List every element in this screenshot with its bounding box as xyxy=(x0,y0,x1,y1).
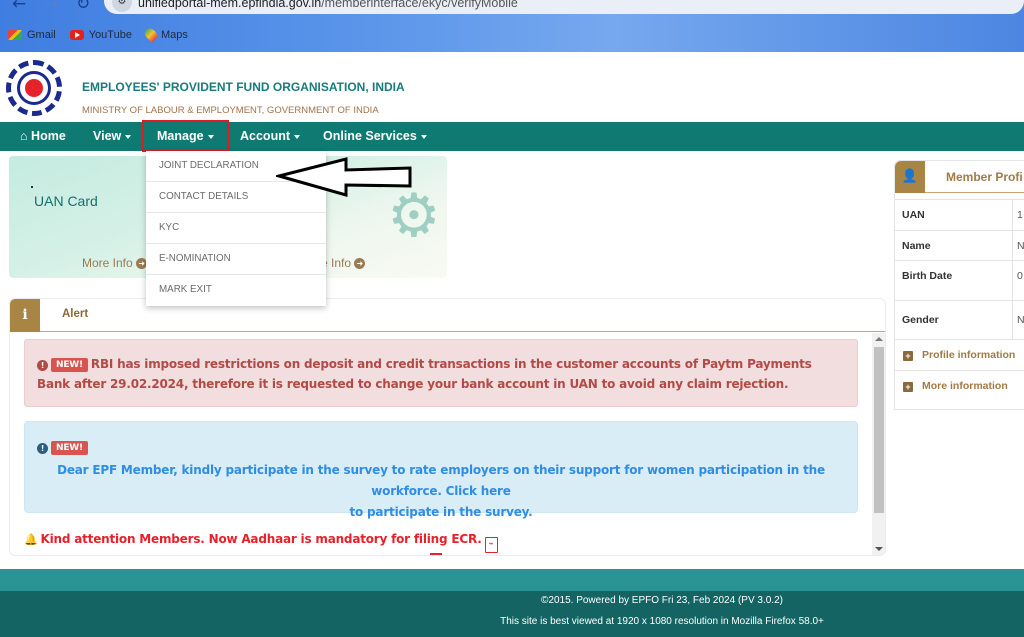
site-settings-icon[interactable]: ⚙ xyxy=(112,0,132,12)
profile-key: Name xyxy=(895,231,1013,260)
nav-label: Online Services xyxy=(323,129,417,143)
forward-icon[interactable]: → xyxy=(44,0,58,14)
pdf-icon[interactable] xyxy=(430,553,442,555)
ministry-name: MINISTRY OF LABOUR & EMPLOYMENT, GOVERNM… xyxy=(82,105,379,116)
alert-panel: i Alert ! NEW! RBI has imposed restriction… xyxy=(9,298,886,556)
survey-link[interactable]: Dear EPF Member, kindly participate in t… xyxy=(37,460,845,523)
alert-scrollbar[interactable] xyxy=(872,333,885,555)
survey-text-line1: Dear EPF Member, kindly participate in t… xyxy=(57,463,825,498)
bookmark-gmail[interactable]: Gmail xyxy=(8,28,56,41)
org-name: EMPLOYEES' PROVIDENT FUND ORGANISATION, … xyxy=(82,80,405,94)
site-header: EMPLOYEES' PROVIDENT FUND ORGANISATION, … xyxy=(0,52,1024,122)
alert-red-text: RBI has imposed restrictions on deposit … xyxy=(37,357,812,391)
profile-value: N xyxy=(1017,240,1024,252)
alert-title: Alert xyxy=(62,308,89,320)
accordion-label: More information xyxy=(922,380,1008,392)
nav-manage[interactable]: Manage xyxy=(142,120,229,152)
uan-card-title: UAN Card xyxy=(34,193,98,209)
nav-label: Manage xyxy=(157,129,204,143)
notice-text: Kind attention Members. Now Aadhaar is m… xyxy=(40,532,482,546)
menu-item-e-nomination[interactable]: E-NOMINATION xyxy=(146,244,326,275)
url-text: unifiedportal-mem.epfindia.gov.in/member… xyxy=(138,0,518,10)
footer-browser-note: This site is best viewed at 1920 x 1080 … xyxy=(500,616,824,627)
site-footer: ©2015. Powered by EPFO Fri 23, Feb 2024 … xyxy=(0,591,1024,637)
back-icon[interactable]: ← xyxy=(12,0,26,14)
caret-down-icon xyxy=(420,134,427,139)
menu-item-mark-exit[interactable]: MARK EXIT xyxy=(146,275,326,306)
profile-key: Gender xyxy=(895,301,1013,339)
footer-band xyxy=(0,569,1024,591)
scroll-up-arrow-icon[interactable] xyxy=(875,337,883,341)
nav-label: Account xyxy=(240,129,290,143)
profile-row-name: Name N xyxy=(895,230,1024,260)
member-profile-title: Member Profi xyxy=(946,170,1023,184)
nav-label: View xyxy=(93,129,122,143)
info-icon: i xyxy=(10,299,40,332)
profile-value: 0 xyxy=(1017,270,1023,282)
nav-online-services[interactable]: Online Services xyxy=(323,122,427,151)
home-icon: ⌂ xyxy=(20,129,28,143)
alert-survey-notice: ! NEW! Dear EPF Member, kindly participat… xyxy=(24,421,858,519)
epfo-logo[interactable] xyxy=(6,60,62,116)
profile-row-uan: UAN 1 xyxy=(895,199,1024,230)
main-navbar: ⌂ Home View Manage Account Online Servic… xyxy=(0,120,1024,152)
accordion-profile-information[interactable]: + Profile information xyxy=(895,339,1024,370)
bookmark-maps[interactable]: Maps xyxy=(142,26,188,43)
plus-square-icon: + xyxy=(903,382,913,392)
maps-icon xyxy=(142,26,160,43)
bookmark-label: YouTube xyxy=(88,28,132,41)
gmail-icon xyxy=(8,29,22,40)
footer-copyright: ©2015. Powered by EPFO Fri 23, Feb 2024 … xyxy=(541,595,783,606)
logo-emblem xyxy=(17,71,51,105)
profile-value: N xyxy=(1017,314,1024,326)
caret-down-icon xyxy=(125,134,132,139)
bell-icon: 🔔 xyxy=(24,533,38,546)
profile-row-gender: Gender N xyxy=(895,300,1024,339)
decor-dot xyxy=(31,186,33,188)
profile-value: 1 xyxy=(1017,209,1023,221)
profile-key: Birth Date xyxy=(895,261,1013,300)
nav-home[interactable]: ⌂ Home xyxy=(20,122,66,151)
pdf-icon[interactable]: ⌁ xyxy=(484,537,498,553)
scrollbar-thumb[interactable] xyxy=(874,347,884,513)
exclamation-circle-icon: ! xyxy=(37,360,48,371)
bookmark-label: Gmail xyxy=(27,28,56,41)
accordion-label: Profile information xyxy=(922,349,1016,361)
youtube-icon xyxy=(69,29,84,40)
address-bar[interactable]: ⚙ unifiedportal-mem.epfindia.gov.in/memb… xyxy=(104,0,1024,14)
exclamation-circle-icon: ! xyxy=(37,443,48,454)
member-profile-header: 👤 Member Profi xyxy=(895,161,1024,193)
profile-key: UAN xyxy=(895,200,1013,230)
plus-square-icon: + xyxy=(903,351,913,361)
new-badge: NEW! xyxy=(51,441,88,455)
more-info-link-1[interactable]: More Info ➜ xyxy=(82,256,148,270)
user-plus-icon: 👤 xyxy=(895,161,925,193)
menu-item-kyc[interactable]: KYC xyxy=(146,213,326,244)
browser-chrome: ← → ↻ ⚙ unifiedportal-mem.epfindia.gov.i… xyxy=(0,0,1024,52)
nav-label: Home xyxy=(31,129,66,143)
bookmark-label: Maps xyxy=(160,28,188,41)
bookmark-youtube[interactable]: YouTube xyxy=(69,28,132,41)
alert-header: i Alert xyxy=(10,299,885,332)
aadhaar-ecr-notice[interactable]: 🔔 Kind attention Members. Now Aadhaar is … xyxy=(24,532,498,553)
accordion-more-information[interactable]: + More information xyxy=(895,370,1024,401)
alert-body: ! NEW! RBI has imposed restrictions on dep… xyxy=(10,333,872,555)
caret-down-icon xyxy=(294,134,300,139)
member-profile-panel: 👤 Member Profi UAN 1 Name N Birth Date 0… xyxy=(894,160,1024,410)
more-info-label: More Info xyxy=(82,256,133,270)
profile-table: UAN 1 Name N Birth Date 0 Gender N + Prof… xyxy=(895,199,1024,401)
annotation-arrow-left-icon xyxy=(276,157,412,197)
scroll-down-arrow-icon[interactable] xyxy=(875,547,883,551)
profile-row-birth-date: Birth Date 0 xyxy=(895,260,1024,300)
circle-arrow-right-icon: ➜ xyxy=(354,258,366,270)
nav-view[interactable]: View xyxy=(93,122,132,151)
nav-account[interactable]: Account xyxy=(240,122,300,151)
reload-icon[interactable]: ↻ xyxy=(76,0,90,14)
bookmarks-bar: Gmail YouTube Maps xyxy=(8,26,188,43)
caret-down-icon xyxy=(207,134,214,139)
new-badge: NEW! xyxy=(51,358,88,372)
logo-core xyxy=(25,79,43,97)
alert-paytm-notice: ! NEW! RBI has imposed restrictions on dep… xyxy=(24,339,858,407)
survey-text-line2: to participate in the survey. xyxy=(349,505,533,519)
